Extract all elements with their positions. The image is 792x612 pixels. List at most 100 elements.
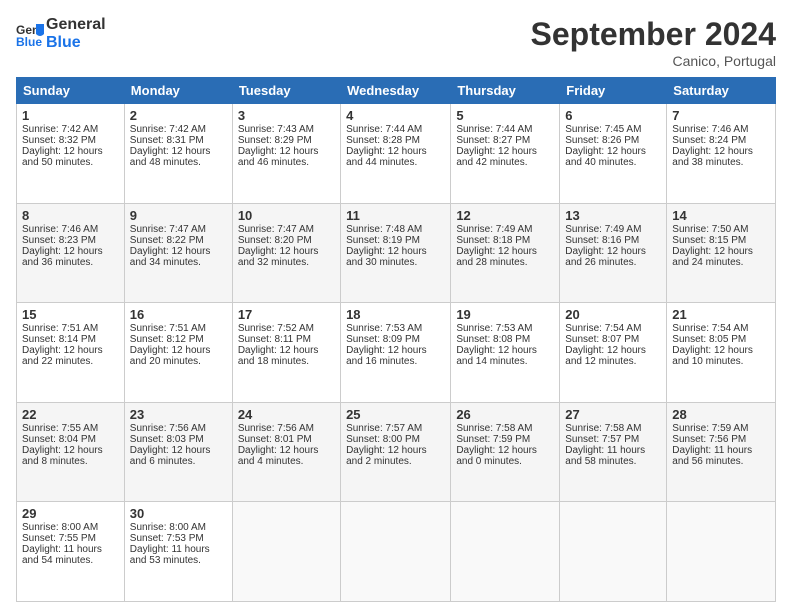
calendar-cell <box>232 502 340 602</box>
logo-blue: Blue <box>46 34 81 51</box>
daylight-text: Daylight: 11 hours and 54 minutes. <box>22 544 119 566</box>
day-number: 18 <box>346 307 445 322</box>
day-number: 2 <box>130 108 227 123</box>
sunset-text: Sunset: 8:09 PM <box>346 334 445 345</box>
daylight-text: Daylight: 12 hours and 48 minutes. <box>130 146 227 168</box>
calendar-cell: 21Sunrise: 7:54 AMSunset: 8:05 PMDayligh… <box>667 303 776 403</box>
sunrise-text: Sunrise: 7:54 AM <box>565 323 661 334</box>
sunset-text: Sunset: 8:03 PM <box>130 434 227 445</box>
calendar-week-2: 8Sunrise: 7:46 AMSunset: 8:23 PMDaylight… <box>17 203 776 303</box>
day-number: 11 <box>346 208 445 223</box>
day-number: 28 <box>672 407 770 422</box>
weekday-header-friday: Friday <box>560 78 667 104</box>
calendar-cell: 20Sunrise: 7:54 AMSunset: 8:07 PMDayligh… <box>560 303 667 403</box>
calendar-cell: 5Sunrise: 7:44 AMSunset: 8:27 PMDaylight… <box>451 104 560 204</box>
logo-icon: General Blue <box>16 20 44 48</box>
calendar-cell: 22Sunrise: 7:55 AMSunset: 8:04 PMDayligh… <box>17 402 125 502</box>
sunset-text: Sunset: 8:12 PM <box>130 334 227 345</box>
sunrise-text: Sunrise: 7:45 AM <box>565 124 661 135</box>
day-number: 10 <box>238 208 335 223</box>
sunset-text: Sunset: 8:20 PM <box>238 235 335 246</box>
daylight-text: Daylight: 12 hours and 22 minutes. <box>22 345 119 367</box>
sunset-text: Sunset: 8:08 PM <box>456 334 554 345</box>
daylight-text: Daylight: 12 hours and 42 minutes. <box>456 146 554 168</box>
daylight-text: Daylight: 12 hours and 0 minutes. <box>456 445 554 467</box>
daylight-text: Daylight: 12 hours and 12 minutes. <box>565 345 661 367</box>
day-number: 30 <box>130 506 227 521</box>
sunrise-text: Sunrise: 7:57 AM <box>346 423 445 434</box>
day-number: 16 <box>130 307 227 322</box>
calendar-cell: 16Sunrise: 7:51 AMSunset: 8:12 PMDayligh… <box>124 303 232 403</box>
sunrise-text: Sunrise: 7:46 AM <box>22 224 119 235</box>
sunset-text: Sunset: 8:26 PM <box>565 135 661 146</box>
calendar-table: SundayMondayTuesdayWednesdayThursdayFrid… <box>16 77 776 602</box>
calendar-cell: 6Sunrise: 7:45 AMSunset: 8:26 PMDaylight… <box>560 104 667 204</box>
calendar-cell <box>451 502 560 602</box>
sunrise-text: Sunrise: 7:51 AM <box>130 323 227 334</box>
title-area: September 2024 Canico, Portugal <box>531 16 776 69</box>
calendar-cell: 1Sunrise: 7:42 AMSunset: 8:32 PMDaylight… <box>17 104 125 204</box>
day-number: 3 <box>238 108 335 123</box>
sunset-text: Sunset: 8:15 PM <box>672 235 770 246</box>
sunrise-text: Sunrise: 7:52 AM <box>238 323 335 334</box>
daylight-text: Daylight: 12 hours and 18 minutes. <box>238 345 335 367</box>
day-number: 24 <box>238 407 335 422</box>
sunset-text: Sunset: 8:18 PM <box>456 235 554 246</box>
daylight-text: Daylight: 12 hours and 16 minutes. <box>346 345 445 367</box>
weekday-header-wednesday: Wednesday <box>341 78 451 104</box>
sunset-text: Sunset: 8:14 PM <box>22 334 119 345</box>
calendar-cell: 9Sunrise: 7:47 AMSunset: 8:22 PMDaylight… <box>124 203 232 303</box>
sunrise-text: Sunrise: 7:53 AM <box>346 323 445 334</box>
weekday-header-tuesday: Tuesday <box>232 78 340 104</box>
sunset-text: Sunset: 7:53 PM <box>130 533 227 544</box>
daylight-text: Daylight: 12 hours and 34 minutes. <box>130 246 227 268</box>
sunrise-text: Sunrise: 7:51 AM <box>22 323 119 334</box>
sunrise-text: Sunrise: 7:48 AM <box>346 224 445 235</box>
sunrise-text: Sunrise: 7:46 AM <box>672 124 770 135</box>
weekday-header-saturday: Saturday <box>667 78 776 104</box>
day-number: 9 <box>130 208 227 223</box>
day-number: 14 <box>672 208 770 223</box>
sunset-text: Sunset: 8:22 PM <box>130 235 227 246</box>
sunset-text: Sunset: 8:11 PM <box>238 334 335 345</box>
calendar-cell: 30Sunrise: 8:00 AMSunset: 7:53 PMDayligh… <box>124 502 232 602</box>
daylight-text: Daylight: 12 hours and 30 minutes. <box>346 246 445 268</box>
calendar-cell: 26Sunrise: 7:58 AMSunset: 7:59 PMDayligh… <box>451 402 560 502</box>
weekday-header-monday: Monday <box>124 78 232 104</box>
calendar-cell: 3Sunrise: 7:43 AMSunset: 8:29 PMDaylight… <box>232 104 340 204</box>
sunrise-text: Sunrise: 7:44 AM <box>456 124 554 135</box>
page: General Blue General Blue September 2024… <box>0 0 792 612</box>
daylight-text: Daylight: 12 hours and 38 minutes. <box>672 146 770 168</box>
calendar-cell: 7Sunrise: 7:46 AMSunset: 8:24 PMDaylight… <box>667 104 776 204</box>
daylight-text: Daylight: 12 hours and 40 minutes. <box>565 146 661 168</box>
sunrise-text: Sunrise: 7:47 AM <box>130 224 227 235</box>
calendar-cell: 15Sunrise: 7:51 AMSunset: 8:14 PMDayligh… <box>17 303 125 403</box>
day-number: 19 <box>456 307 554 322</box>
day-number: 23 <box>130 407 227 422</box>
daylight-text: Daylight: 12 hours and 32 minutes. <box>238 246 335 268</box>
sunrise-text: Sunrise: 7:56 AM <box>130 423 227 434</box>
sunrise-text: Sunrise: 7:50 AM <box>672 224 770 235</box>
sunrise-text: Sunrise: 8:00 AM <box>130 522 227 533</box>
sunrise-text: Sunrise: 8:00 AM <box>22 522 119 533</box>
calendar-cell: 8Sunrise: 7:46 AMSunset: 8:23 PMDaylight… <box>17 203 125 303</box>
sunset-text: Sunset: 8:00 PM <box>346 434 445 445</box>
calendar-cell: 27Sunrise: 7:58 AMSunset: 7:57 PMDayligh… <box>560 402 667 502</box>
daylight-text: Daylight: 11 hours and 56 minutes. <box>672 445 770 467</box>
sunset-text: Sunset: 8:23 PM <box>22 235 119 246</box>
logo-general: General <box>46 16 106 33</box>
day-number: 15 <box>22 307 119 322</box>
sunset-text: Sunset: 8:32 PM <box>22 135 119 146</box>
sunrise-text: Sunrise: 7:59 AM <box>672 423 770 434</box>
sunset-text: Sunset: 7:57 PM <box>565 434 661 445</box>
sunrise-text: Sunrise: 7:56 AM <box>238 423 335 434</box>
daylight-text: Daylight: 12 hours and 2 minutes. <box>346 445 445 467</box>
calendar-cell: 10Sunrise: 7:47 AMSunset: 8:20 PMDayligh… <box>232 203 340 303</box>
calendar-cell: 29Sunrise: 8:00 AMSunset: 7:55 PMDayligh… <box>17 502 125 602</box>
daylight-text: Daylight: 12 hours and 14 minutes. <box>456 345 554 367</box>
calendar-cell: 17Sunrise: 7:52 AMSunset: 8:11 PMDayligh… <box>232 303 340 403</box>
calendar-cell <box>341 502 451 602</box>
calendar-cell: 12Sunrise: 7:49 AMSunset: 8:18 PMDayligh… <box>451 203 560 303</box>
logo-text-block: General Blue <box>46 16 106 51</box>
sunrise-text: Sunrise: 7:54 AM <box>672 323 770 334</box>
